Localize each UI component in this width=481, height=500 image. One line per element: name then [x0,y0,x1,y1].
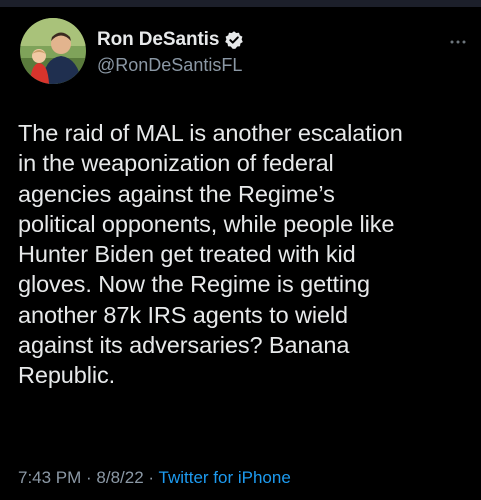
name-row: Ron DeSantis [97,28,244,52]
tweet-line: agencies against the Regime’s [18,180,335,207]
tweet-date[interactable]: 8/8/22 [96,468,143,487]
tweet-line: gloves. Now the Regime is getting [18,271,370,298]
more-options-icon[interactable] [449,33,467,44]
avatar[interactable] [20,18,86,84]
tweet-card: Ron DeSantis @RonDeSantisFL The raid of … [0,0,481,500]
author-block: Ron DeSantis @RonDeSantisFL [97,28,244,76]
meta-separator: · [81,468,97,487]
top-strip [0,0,481,7]
tweet-line: The raid of MAL is another escalation [18,120,403,146]
tweet-line: against its adversaries? Banana [18,332,350,359]
tweet-line: in the weaponization of federal [18,150,334,177]
tweet-line: political opponents, while people like [18,210,395,237]
verified-badge-icon [224,30,244,50]
meta-separator: · [143,468,159,487]
tweet-line: Republic. [18,362,116,389]
display-name[interactable]: Ron DeSantis [97,29,219,51]
tweet-source-link[interactable]: Twitter for iPhone [159,468,291,487]
tweet-text: The raid of MAL is another escalation in… [18,118,473,391]
handle[interactable]: @RonDeSantisFL [97,55,244,76]
tweet-line: Hunter Biden get treated with kid [18,241,356,268]
tweet-line: another 87k IRS agents to wield [18,301,349,328]
tweet-time[interactable]: 7:43 PM [18,468,81,487]
avatar-image [20,18,86,84]
tweet-meta: 7:43 PM · 8/8/22 · Twitter for iPhone [18,468,291,488]
